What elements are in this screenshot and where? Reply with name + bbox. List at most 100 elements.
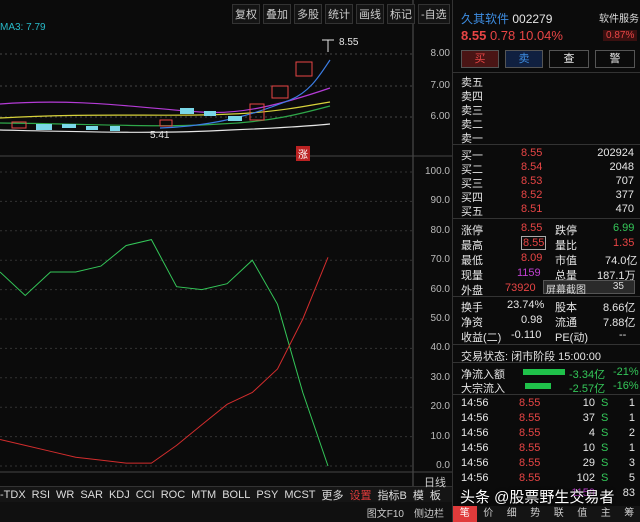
toolbar-draw-button[interactable]: 画线 xyxy=(356,4,384,24)
price-tick: 7.00 xyxy=(430,80,450,91)
tick-volume: 37 xyxy=(582,412,595,424)
tick-volume: 10 xyxy=(582,397,595,409)
high-label: 最高 xyxy=(461,240,483,252)
tick-time: 14:56 xyxy=(461,397,489,409)
quote-panel: 久其软件 002279 软件服务 8.55 0.78 10.04% 0.87% … xyxy=(452,0,640,522)
tab-trend[interactable]: 势 xyxy=(524,506,548,522)
tick-time: 14:56 xyxy=(461,412,489,424)
tab-rsi[interactable]: RSI xyxy=(32,489,50,501)
net-inflow-pct: -21% xyxy=(613,366,639,378)
toolbar-watchlist-button[interactable]: -自选 xyxy=(418,4,450,24)
query-button[interactable]: 查 xyxy=(549,50,589,68)
period-daily[interactable]: 日线 xyxy=(424,474,446,490)
tab-more[interactable]: 更多 xyxy=(322,487,344,503)
tick-flag: S xyxy=(601,442,609,454)
tick-count: 1 xyxy=(628,412,635,424)
limit-down-value: 6.99 xyxy=(613,222,635,234)
bid-price: 8.55 xyxy=(521,147,543,159)
tick-count: 83 xyxy=(622,487,635,499)
sector-name[interactable]: 软件服务 xyxy=(599,10,639,25)
low-label-q: 最低 xyxy=(461,255,483,267)
limit-up-mark: 涨 xyxy=(296,146,310,161)
tick-price: 8.55 xyxy=(519,427,541,439)
low-value: 8.09 xyxy=(521,252,543,264)
tab-trades[interactable]: 笔 xyxy=(453,506,477,522)
f10-button[interactable]: 图文F10 xyxy=(367,505,404,520)
tick-count: 5 xyxy=(628,472,635,484)
panel-tabs: 笔 价 细 势 联 值 主 筹 xyxy=(453,506,640,522)
toolbar-stats-button[interactable]: 统计 xyxy=(325,4,353,24)
bid-price: 8.54 xyxy=(521,161,543,173)
tick-time: 14:56 xyxy=(461,442,489,454)
osc-tick: 80.0 xyxy=(430,224,450,236)
bid-price: 8.53 xyxy=(521,175,543,187)
tab-price[interactable]: 价 xyxy=(477,506,501,522)
tick-flag: S xyxy=(601,472,609,484)
tick-volume: 10 xyxy=(582,442,595,454)
bvps-label: 净资 xyxy=(461,317,483,329)
toolbar-fuquan-button[interactable]: 复权 xyxy=(232,4,260,24)
outer-value: 73920 xyxy=(505,282,536,294)
tick-flag: S xyxy=(601,457,609,469)
price-tick: 6.00 xyxy=(430,111,450,122)
eps-value: -0.110 xyxy=(511,329,542,341)
tab-indicator-b[interactable]: 指标B xyxy=(378,487,407,503)
tab-psy[interactable]: PSY xyxy=(256,489,278,501)
tab-related[interactable]: 联 xyxy=(547,506,571,522)
sidebar-button[interactable]: 侧边栏 xyxy=(414,505,444,520)
tab-roc[interactable]: ROC xyxy=(161,489,185,501)
tab-cci[interactable]: CCI xyxy=(136,489,155,501)
cur-vol-value: 1159 xyxy=(517,267,541,279)
tick-price: 8.55 xyxy=(519,412,541,424)
osc-tick: 90.0 xyxy=(430,195,450,207)
tab-value[interactable]: 值 xyxy=(571,506,595,522)
tab-mtm[interactable]: MTM xyxy=(191,489,216,501)
tab-boll[interactable]: BOLL xyxy=(222,489,250,501)
sell-button[interactable]: 卖 xyxy=(505,50,543,68)
tick-flag: S xyxy=(601,427,609,439)
toolbar-mark-button[interactable]: 标记 xyxy=(387,4,415,24)
cur-vol-label: 现量 xyxy=(461,270,483,282)
chart-area xyxy=(0,0,452,486)
tab-detail[interactable]: 细 xyxy=(500,506,524,522)
tab-main[interactable]: 主 xyxy=(594,506,618,522)
osc-tick: 100.0 xyxy=(424,166,450,177)
footer-bar: 图文F10 侧边栏 xyxy=(0,502,452,522)
turnover-value: 23.74% xyxy=(507,299,545,311)
osc-tick: 60.0 xyxy=(430,283,450,295)
tick-flag: S xyxy=(601,412,609,424)
chart-toolbar: 复权 叠加 多股 统计 画线 标记 -自选 返回 xyxy=(232,4,481,24)
shares-label: 股本 xyxy=(555,302,577,314)
limit-up-value: 8.55 xyxy=(521,222,543,234)
tab-chips[interactable]: 筹 xyxy=(618,506,640,522)
toolbar-overlay-button[interactable]: 叠加 xyxy=(263,4,291,24)
price-tick: 8.00 xyxy=(430,48,450,59)
float-label: 流通 xyxy=(555,317,577,329)
tick-price: 8.55 xyxy=(519,397,541,409)
tab-tdx[interactable]: -TDX xyxy=(0,489,26,501)
block-inflow-bar xyxy=(525,383,551,389)
tab-kdj[interactable]: KDJ xyxy=(109,489,130,501)
tick-time: 14:56 xyxy=(461,427,489,439)
osc-tick: 30.0 xyxy=(430,371,450,383)
osc-tick: 40.0 xyxy=(430,342,450,354)
tab-settings[interactable]: 设置 xyxy=(350,487,372,503)
alert-button[interactable]: 警 xyxy=(595,50,635,68)
tab-wr[interactable]: WR xyxy=(56,489,74,501)
tick-count: 3 xyxy=(628,457,635,469)
tab-mcst[interactable]: MCST xyxy=(284,489,315,501)
limit-down-label: 跌停 xyxy=(555,225,577,237)
pe-value: -- xyxy=(619,329,627,341)
vol-ratio-label: 量比 xyxy=(555,240,577,252)
tab-mo[interactable]: 模 xyxy=(413,487,424,503)
bid-volume: 377 xyxy=(615,189,634,201)
bid-volume: 470 xyxy=(615,203,634,215)
toolbar-multi-button[interactable]: 多股 xyxy=(294,4,322,24)
tick-flag: S xyxy=(601,397,609,409)
bid-label: 买五 xyxy=(461,206,483,218)
screenshot-tooltip: 屏幕截图 35 xyxy=(543,280,635,296)
bid-volume: 707 xyxy=(615,175,634,187)
buy-button[interactable]: 买 xyxy=(461,50,499,68)
high-value: 8.55 xyxy=(521,236,547,250)
tab-sar[interactable]: SAR xyxy=(80,489,103,501)
